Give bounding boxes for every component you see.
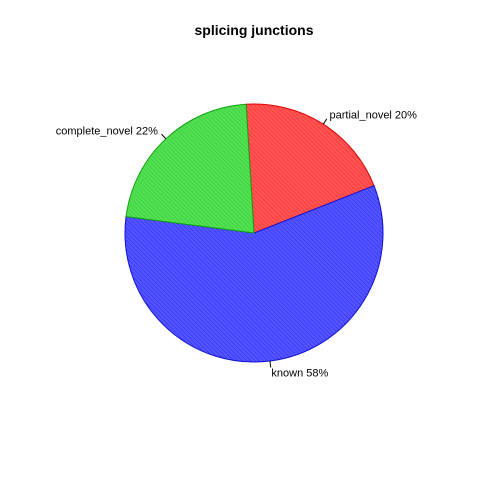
slice-label-2: known 58% xyxy=(271,368,328,380)
slice-label-3: complete_novel 22% xyxy=(56,125,158,137)
chart-title: splicing junctions xyxy=(194,22,313,38)
slice-leader-1 xyxy=(322,118,328,125)
slice-leader-2 xyxy=(269,360,272,368)
slice-leader-3 xyxy=(161,133,167,140)
chart-canvas: splicing junctions partial_novel 20% know… xyxy=(56,22,418,380)
pie-chart: splicing junctions partial_novel 20% know… xyxy=(0,0,480,480)
slice-label-1: partial_novel 20% xyxy=(330,109,418,121)
slices-layer xyxy=(124,103,384,363)
pie-slice-3 xyxy=(125,103,255,234)
